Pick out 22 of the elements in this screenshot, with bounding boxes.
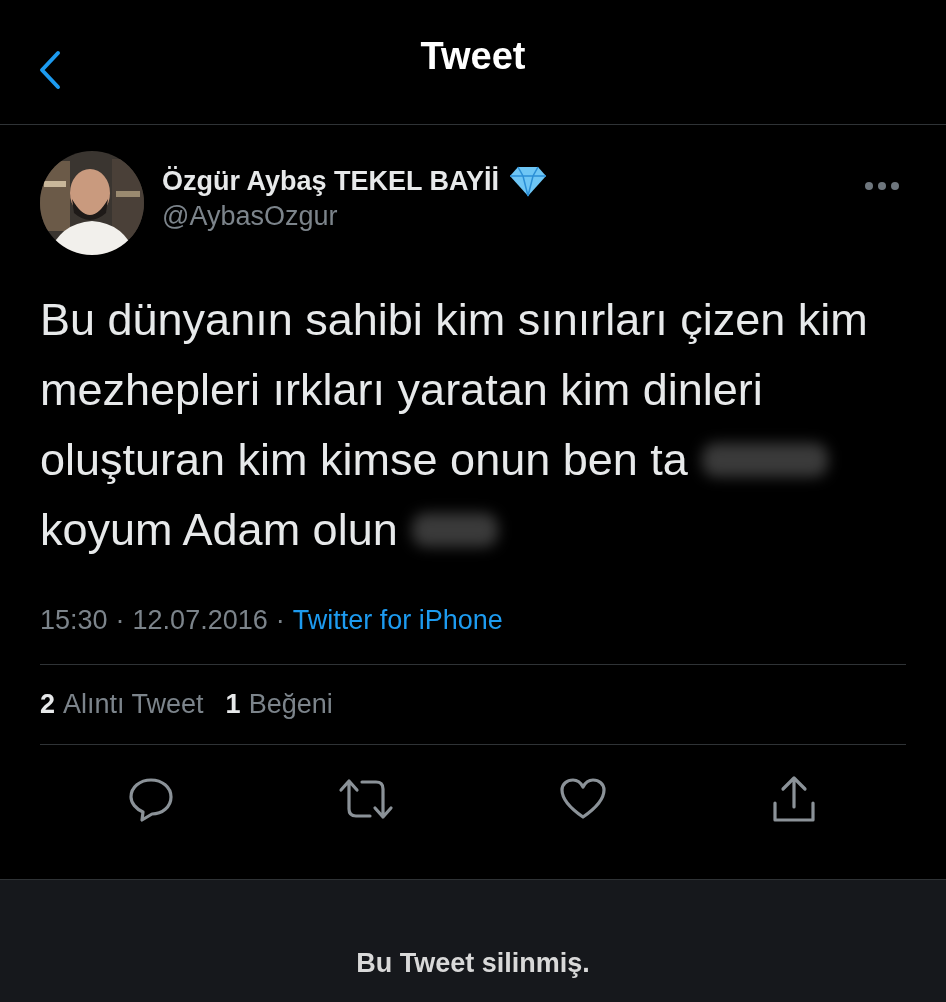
separator-dot: · xyxy=(115,605,125,636)
more-icon[interactable] xyxy=(864,181,900,191)
separator-dot: · xyxy=(275,605,285,636)
source-link[interactable]: Twitter for iPhone xyxy=(292,605,503,636)
tweet-text: mezhepleri ırkları yaratan kim dinleri xyxy=(40,363,763,417)
deleted-notice: Bu Tweet silinmiş. xyxy=(356,946,590,979)
share-icon[interactable] xyxy=(770,775,818,823)
tweet-time: 15:30 xyxy=(40,605,108,636)
display-name: Özgür Aybaş TEKEL BAYİİ xyxy=(162,165,500,197)
tweet-date: 12.07.2016 xyxy=(132,605,268,636)
diamond-icon xyxy=(509,165,548,197)
tweet-text: Bu dünyanın sahibi kim sınırları çizen kim xyxy=(40,293,868,347)
heart-icon[interactable] xyxy=(558,777,607,821)
stat-count: 2 xyxy=(40,689,56,719)
reply-icon[interactable] xyxy=(128,776,174,822)
user-handle: @AybasOzgur xyxy=(162,201,339,232)
stat-label[interactable]: Beğeni xyxy=(248,689,333,719)
tweet-text: oluşturan kim kimse onun ben ta xyxy=(40,433,688,487)
stat-count: 1 xyxy=(225,689,241,719)
tweet-text: koyum Adam olun xyxy=(40,503,398,557)
page-title: Tweet xyxy=(420,34,526,78)
stat-label[interactable]: Alıntı Tweet xyxy=(63,689,204,719)
